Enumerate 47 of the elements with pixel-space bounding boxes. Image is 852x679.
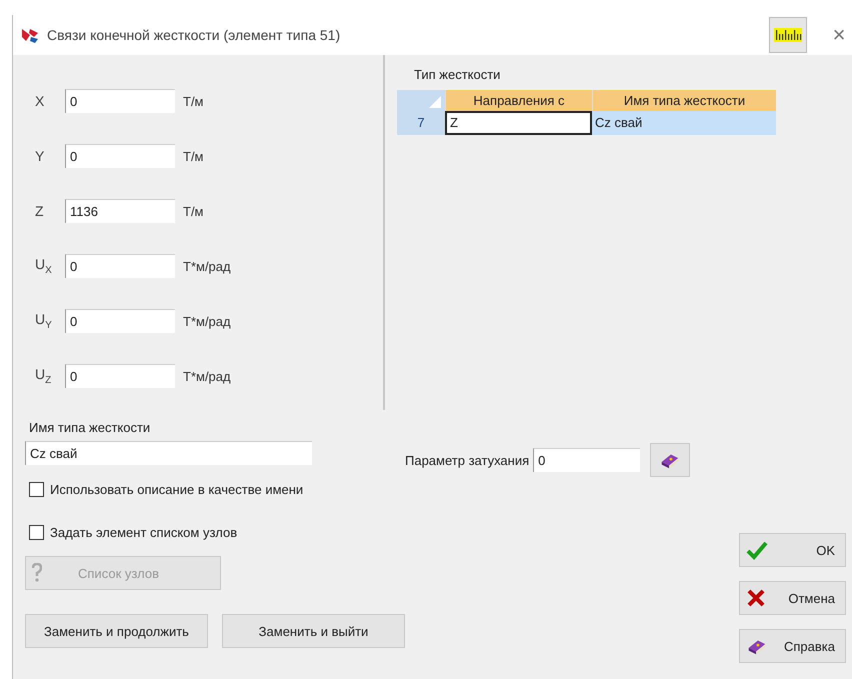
close-button[interactable]: × [825, 22, 852, 48]
unit-label: Т*м/рад [183, 258, 231, 274]
column-header[interactable]: Направления с [445, 90, 592, 111]
table-cell[interactable]: Cz свай [592, 111, 776, 135]
checkbox-label: Использовать описание в качестве имени [50, 482, 304, 497]
damping-input[interactable]: 0 [533, 448, 640, 472]
check-icon [746, 540, 768, 560]
unit-label: Т*м/рад [183, 314, 231, 328]
axis-label: X [35, 93, 46, 109]
stiffness-input[interactable]: 0 [65, 144, 175, 168]
replace-button[interactable]: Заменить и продолжить [25, 614, 208, 648]
ruler-button[interactable] [769, 17, 807, 53]
unit-label: Т*м/рад [183, 368, 231, 384]
cross-icon [746, 588, 766, 608]
table-title: Тип жесткости [414, 67, 502, 82]
unit-label: Т/м [183, 148, 204, 164]
checkbox[interactable] [29, 525, 44, 540]
stiffness-input[interactable]: 0 [65, 89, 175, 113]
app-logo-icon [21, 27, 39, 43]
ok-button[interactable]: OK [739, 533, 846, 567]
unit-label: Т/м [183, 204, 204, 218]
cancel-button[interactable]: Отмена [739, 581, 846, 615]
stiffness-input[interactable]: 0 [65, 254, 175, 278]
damping-label: Параметр затухания [405, 452, 530, 468]
stiffness-input[interactable]: 1136 [65, 199, 175, 223]
column-header[interactable]: Имя типа жесткости [592, 90, 776, 111]
question-icon [32, 563, 42, 583]
window-title: Связи конечной жесткости (элемент типа 51) [47, 27, 342, 43]
checkbox[interactable] [29, 482, 44, 497]
name-label: Имя типа жесткости [29, 420, 152, 435]
axis-label: U$_{X}$ [35, 256, 53, 276]
unit-label: Т/м [183, 94, 204, 108]
axis-label: U$_{Y}$ [35, 311, 53, 331]
name-input[interactable]: Cz свай [25, 441, 312, 465]
help-button[interactable]: Справка [739, 629, 846, 663]
axis-label: U$_{Z}$ [35, 366, 52, 386]
axis-label: Z [35, 203, 45, 219]
triangle-icon [429, 96, 441, 108]
row-number: 7 [397, 111, 445, 135]
damping-help-button[interactable] [650, 443, 690, 477]
checkbox-label: Задать элемент списком узлов [50, 525, 238, 540]
axis-label: Y [35, 148, 46, 164]
ruler-icon [774, 28, 802, 42]
table-cell[interactable]: Z [445, 111, 592, 135]
replace-button[interactable]: Заменить и выйти [222, 614, 405, 648]
stiffness-input[interactable]: 0 [65, 309, 175, 333]
stiffness-input[interactable]: 0 [65, 364, 175, 388]
